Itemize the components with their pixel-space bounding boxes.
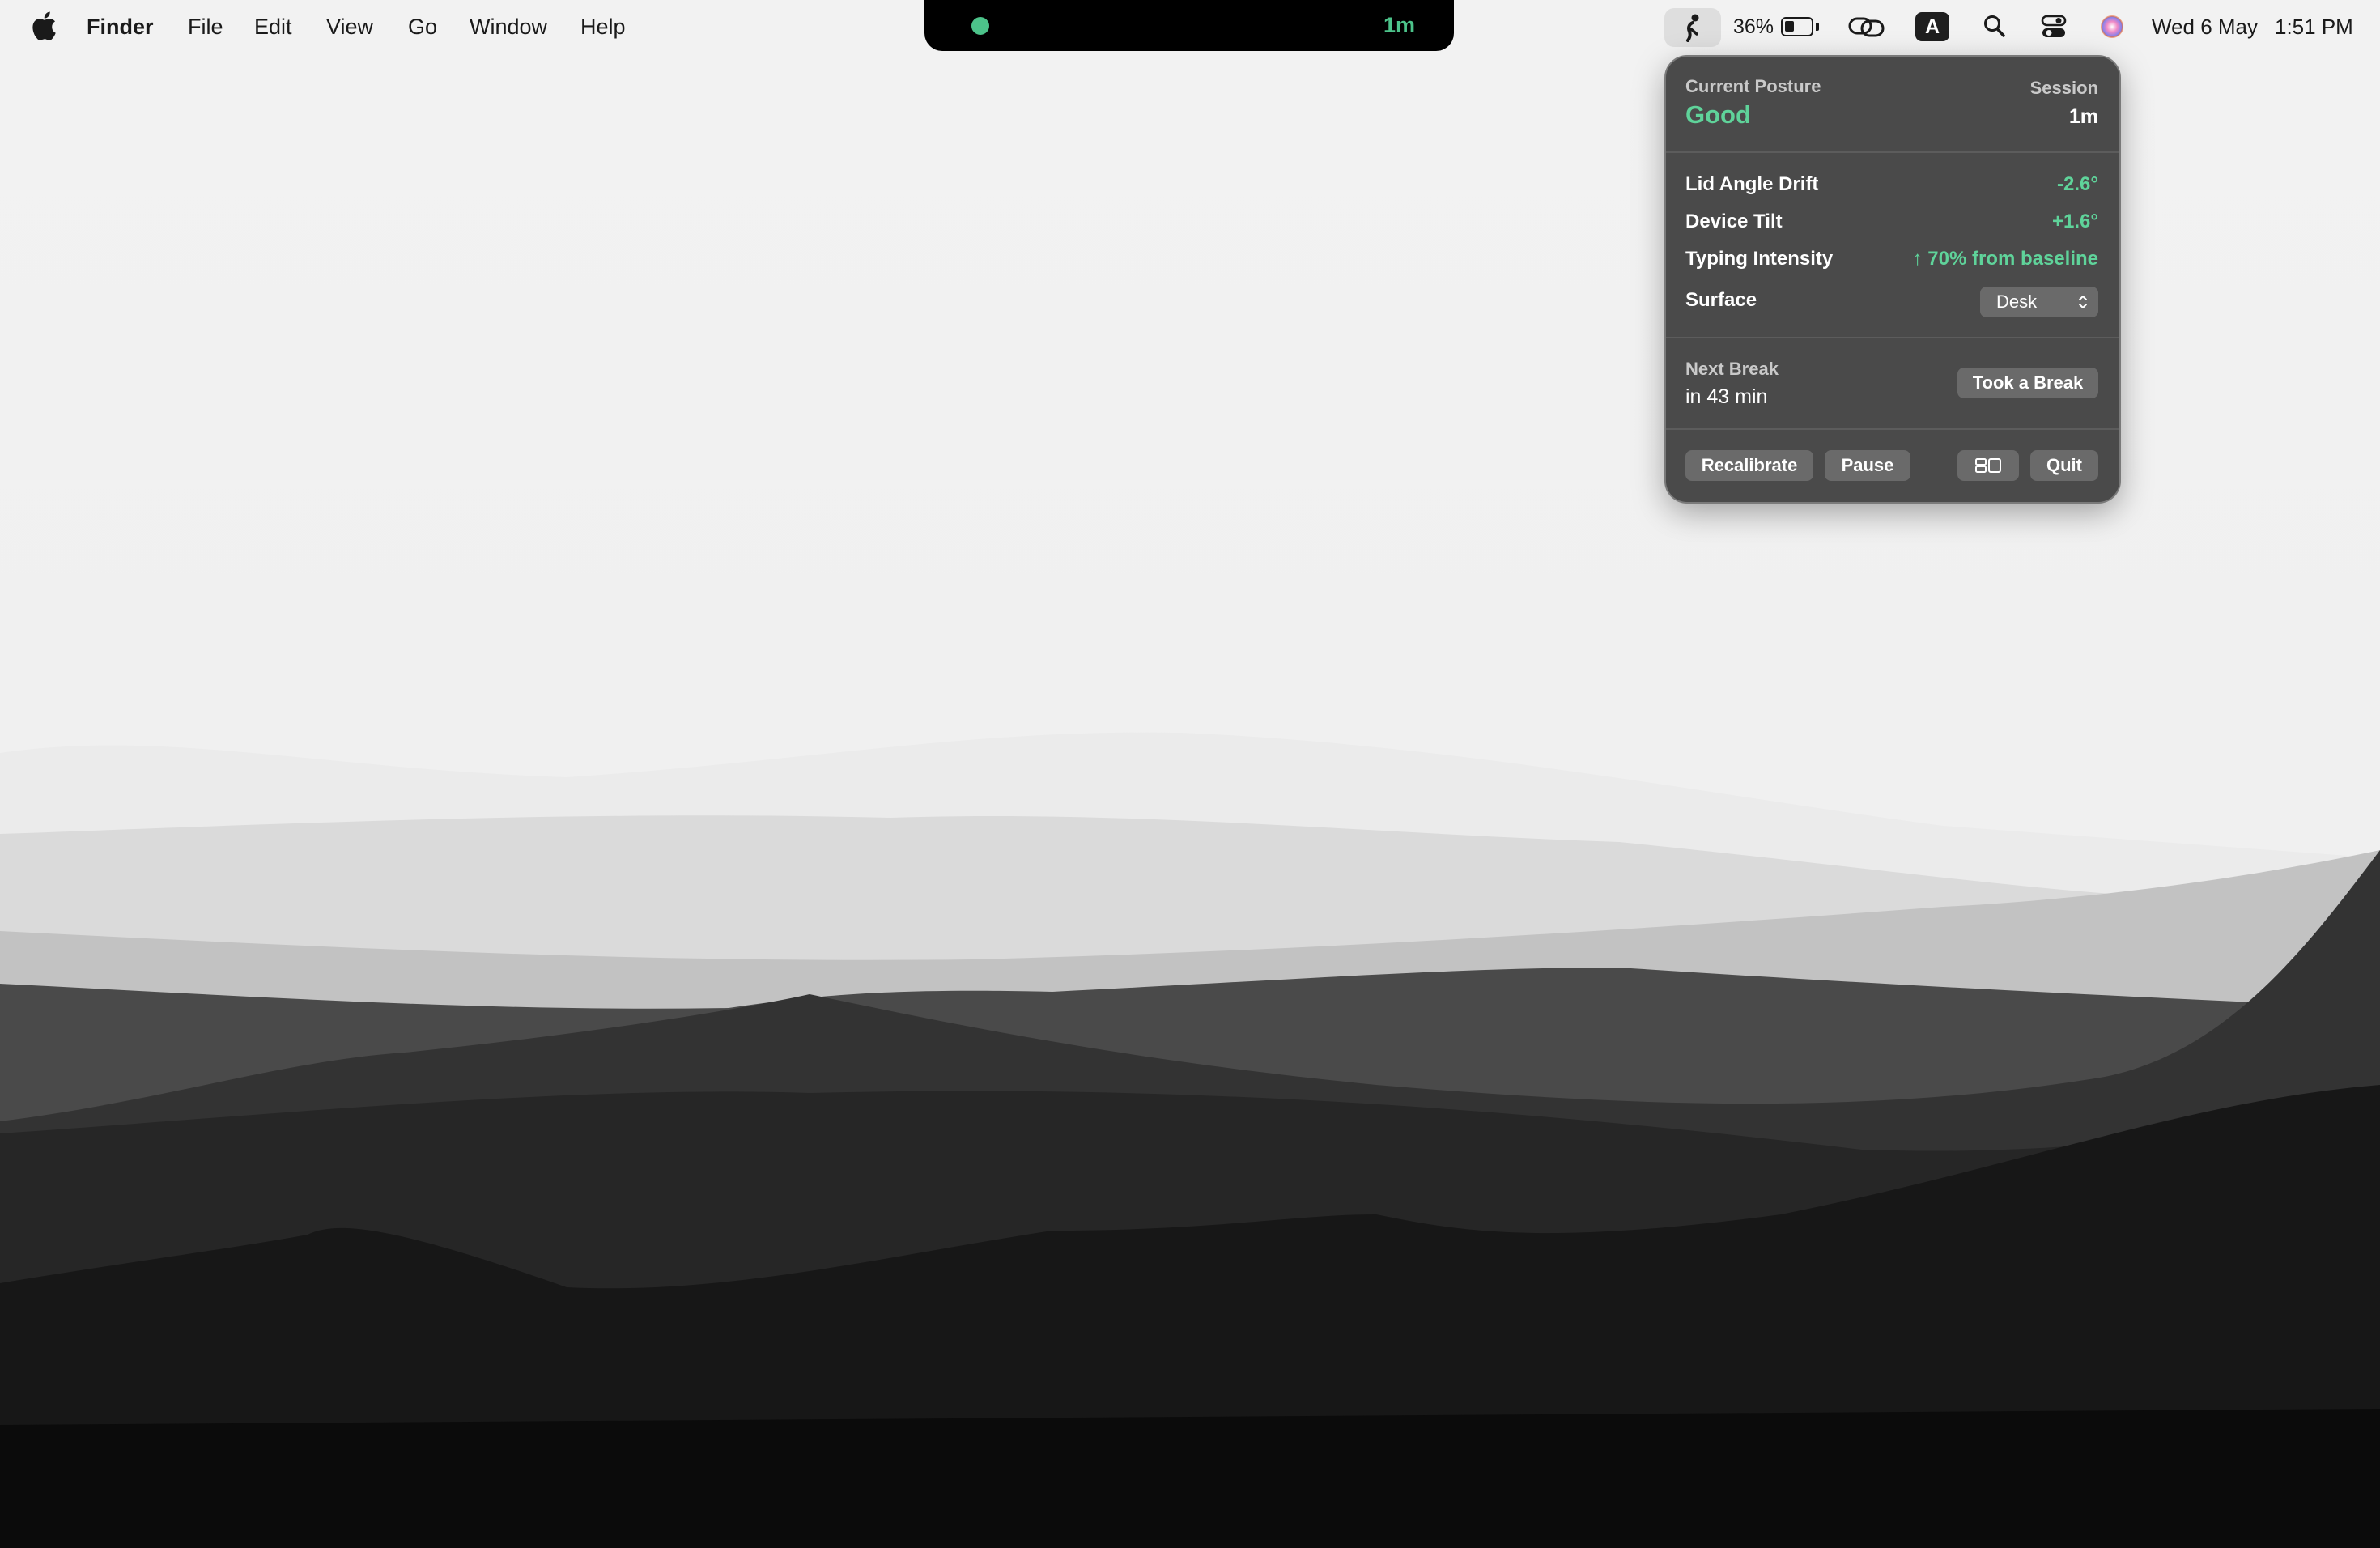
lid-angle-drift-label: Lid Angle Drift [1685, 173, 1819, 195]
device-tilt-label: Device Tilt [1685, 211, 1783, 232]
control-center-icon[interactable] [2041, 15, 2067, 39]
typing-intensity-label: Typing Intensity [1685, 248, 1834, 270]
menu-bar: Finder File Edit View Go Window Help 1m … [0, 0, 2380, 53]
battery-nub [1816, 23, 1819, 31]
menu-edit[interactable]: Edit [254, 0, 292, 53]
took-a-break-button[interactable]: Took a Break [1957, 368, 2098, 398]
siri-icon[interactable] [2100, 15, 2124, 39]
surface-select[interactable]: Desk [1980, 287, 2098, 317]
posture-app-status-button[interactable] [1664, 8, 1721, 47]
next-break-label: Next Break [1685, 359, 1779, 379]
surface-select-value: Desk [1996, 291, 2038, 312]
battery-percent[interactable]: 36% [1733, 0, 1774, 53]
next-break-value: in 43 min [1685, 385, 1768, 408]
divider [1666, 151, 2119, 153]
quit-button[interactable]: Quit [2030, 450, 2098, 481]
menu-window[interactable]: Window [470, 0, 547, 53]
chevron-up-down-icon [2079, 296, 2087, 308]
layout-toggle-button[interactable] [1957, 450, 2019, 481]
menu-help[interactable]: Help [580, 0, 626, 53]
menu-file[interactable]: File [188, 0, 223, 53]
menu-go[interactable]: Go [408, 0, 437, 53]
pause-button[interactable]: Pause [1825, 450, 1910, 481]
layout-toggle-icon [1975, 458, 2001, 473]
lid-angle-drift-value: -2.6° [2057, 173, 2098, 195]
posture-live-island[interactable]: 1m [924, 0, 1454, 51]
current-posture-value: Good [1685, 100, 1751, 129]
battery-icon[interactable] [1781, 17, 1813, 36]
divider [1666, 428, 2119, 430]
battery-level [1785, 21, 1794, 32]
menu-time[interactable]: 1:51 PM [2275, 0, 2353, 53]
posture-popover: Current Posture Good Session 1m Lid Angl… [1666, 57, 2119, 502]
link-icon[interactable] [1848, 15, 1885, 38]
island-session-time: 1m [1383, 13, 1415, 37]
divider [1666, 337, 2119, 338]
input-source-icon[interactable]: A [1915, 12, 1949, 41]
device-tilt-value: +1.6° [2052, 211, 2098, 232]
apple-logo-icon[interactable] [31, 11, 57, 40]
session-label: Session [2029, 78, 2098, 98]
surface-label: Surface [1685, 289, 1757, 311]
recalibrate-button[interactable]: Recalibrate [1685, 450, 1813, 481]
current-posture-label: Current Posture [1685, 76, 1821, 96]
menu-view[interactable]: View [326, 0, 373, 53]
menu-date[interactable]: Wed 6 May [2152, 0, 2258, 53]
session-value: 1m [2068, 105, 2098, 128]
posture-app-icon [1686, 14, 1699, 42]
menu-app-name[interactable]: Finder [87, 0, 154, 53]
typing-intensity-value: ↑ 70% from baseline [1912, 248, 2098, 270]
search-icon[interactable] [1983, 15, 2006, 39]
posture-status-dot [971, 17, 989, 35]
